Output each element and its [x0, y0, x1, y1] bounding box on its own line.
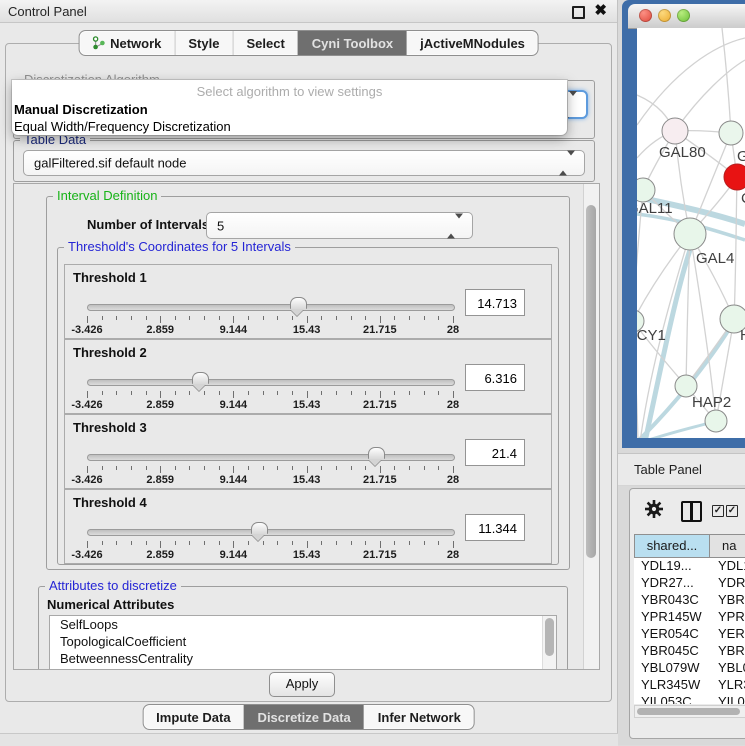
node-label: GAL80	[659, 144, 706, 161]
zoom-window-icon[interactable]	[677, 9, 690, 22]
float-panel-icon[interactable]	[572, 6, 585, 19]
cell-name: YDL1	[711, 558, 745, 575]
cell-shared-name: YER054C	[634, 626, 711, 643]
gear-icon[interactable]	[644, 499, 664, 519]
tab-label: Infer Network	[378, 710, 461, 725]
tab-discretize-data[interactable]: Discretize Data	[244, 705, 364, 729]
algorithm-placeholder: Select algorithm to view settings	[12, 80, 567, 101]
cyni-toolbox-panel	[5, 43, 612, 702]
tab-label: Impute Data	[156, 710, 230, 725]
network-view-window: GAL80 G C GAL11 GAL4 GCY1 H HAP2	[622, 0, 745, 448]
network-node-g[interactable]	[719, 121, 743, 145]
tab-label: jActiveMNodules	[420, 36, 525, 51]
cell-name: YBR0	[711, 643, 745, 660]
network-node-c[interactable]	[724, 164, 745, 190]
cell-shared-name: YBL079W	[634, 660, 711, 677]
table-row[interactable]: YIL053CYIL0	[634, 694, 745, 704]
table-row[interactable]: YBL079WYBL0	[634, 660, 745, 677]
cell-name: YLR3	[711, 677, 745, 694]
network-node-gal4[interactable]	[674, 218, 706, 250]
cell-name: YPR1	[711, 609, 745, 626]
column-header-shared-name[interactable]: shared...	[634, 535, 710, 558]
status-strip	[0, 733, 618, 746]
cell-name: YBR0	[711, 592, 745, 609]
network-node-gal80[interactable]	[662, 118, 688, 144]
tab-style[interactable]: Style	[174, 31, 232, 55]
panel-title: Control Panel	[8, 4, 87, 19]
columns-icon[interactable]	[681, 501, 702, 522]
node-label: HAP2	[692, 394, 731, 411]
table-row[interactable]: YDL19...YDL1	[634, 558, 745, 575]
cell-shared-name: YPR145W	[634, 609, 711, 626]
node-label: C	[741, 190, 745, 207]
table-panel-title: Table Panel	[634, 462, 702, 477]
minimize-window-icon[interactable]	[658, 9, 671, 22]
column-header-name[interactable]: na	[710, 535, 745, 558]
algorithm-option[interactable]: Manual Discretization	[12, 101, 567, 118]
network-node[interactable]	[705, 410, 727, 432]
table-row[interactable]: YBR043CYBR0	[634, 592, 745, 609]
control-panel-tabs: Network Style Select Cyni Toolbox jActiveMNo…	[78, 30, 539, 56]
tab-impute-data[interactable]: Impute Data	[143, 705, 243, 729]
cyni-mode-tabs: Impute Data Discretize Data Infer Network	[142, 704, 475, 730]
slider-thumb[interactable]	[368, 447, 385, 459]
cell-name: YBL0	[711, 660, 745, 677]
algorithm-dropdown-popup: Select algorithm to view settings Manual…	[12, 80, 567, 135]
table-panel: ✓ ✓ shared... na YDL19...YDL1YDR27...YDR…	[629, 488, 745, 739]
close-panel-icon[interactable]: ✖	[594, 1, 607, 19]
node-label: G	[737, 148, 745, 165]
table-row[interactable]: YDR27...YDR2	[634, 575, 745, 592]
network-icon	[92, 36, 105, 50]
slider-thumb[interactable]	[251, 522, 268, 534]
algorithm-option[interactable]: Equal Width/Frequency Discretization	[12, 118, 567, 135]
node-label: GAL11	[637, 200, 673, 217]
network-window-titlebar	[628, 4, 745, 29]
checkbox-icon[interactable]: ✓	[726, 505, 738, 517]
table-hscrollbar[interactable]	[634, 705, 745, 718]
tab-label: Style	[188, 36, 219, 51]
table-row[interactable]: YLR345WYLR3	[634, 677, 745, 694]
table-panel-header: Table Panel	[618, 453, 745, 486]
node-label: GAL4	[696, 250, 734, 267]
tab-cyni-toolbox[interactable]: Cyni Toolbox	[298, 31, 406, 55]
tab-select[interactable]: Select	[232, 31, 297, 55]
tab-jactivemnodules[interactable]: jActiveMNodules	[406, 31, 538, 55]
table-row[interactable]: YER054CYER0	[634, 626, 745, 643]
cell-shared-name: YLR345W	[634, 677, 711, 694]
network-graph: GAL80 G C GAL11 GAL4 GCY1 H HAP2	[637, 28, 745, 438]
cell-name: YDR2	[711, 575, 745, 592]
node-label: GCY1	[637, 327, 666, 344]
cell-shared-name: YIL053C	[634, 694, 711, 704]
apply-button[interactable]: Apply	[269, 672, 335, 697]
slider-thumb[interactable]	[192, 372, 209, 384]
tab-label: Network	[110, 36, 161, 51]
cell-shared-name: YBR043C	[634, 592, 711, 609]
cell-shared-name: YDR27...	[634, 575, 711, 592]
checkbox-icon[interactable]: ✓	[712, 505, 724, 517]
cell-shared-name: YBR045C	[634, 643, 711, 660]
tab-label: Cyni Toolbox	[312, 36, 393, 51]
tab-infer-network[interactable]: Infer Network	[364, 705, 474, 729]
tab-label: Discretize Data	[258, 710, 351, 725]
cell-name: YER0	[711, 626, 745, 643]
network-canvas[interactable]: GAL80 G C GAL11 GAL4 GCY1 H HAP2	[637, 28, 745, 438]
table-header-row: shared... na	[634, 534, 745, 558]
cell-name: YIL0	[711, 694, 745, 704]
table-row[interactable]: YPR145WYPR1	[634, 609, 745, 626]
slider-thumb[interactable]	[290, 297, 307, 309]
tab-label: Select	[246, 36, 284, 51]
control-panel-titlebar: Control Panel ✖	[0, 0, 617, 23]
close-window-icon[interactable]	[639, 9, 652, 22]
table-row[interactable]: YBR045CYBR0	[634, 643, 745, 660]
node-table: shared... na YDL19...YDL1YDR27...YDR2YBR…	[634, 534, 745, 704]
node-label: H	[740, 327, 745, 344]
cell-shared-name: YDL19...	[634, 558, 711, 575]
control-panel: Control Panel ✖ Network Style Select Cyni T…	[0, 0, 618, 733]
tab-network[interactable]: Network	[79, 31, 174, 55]
